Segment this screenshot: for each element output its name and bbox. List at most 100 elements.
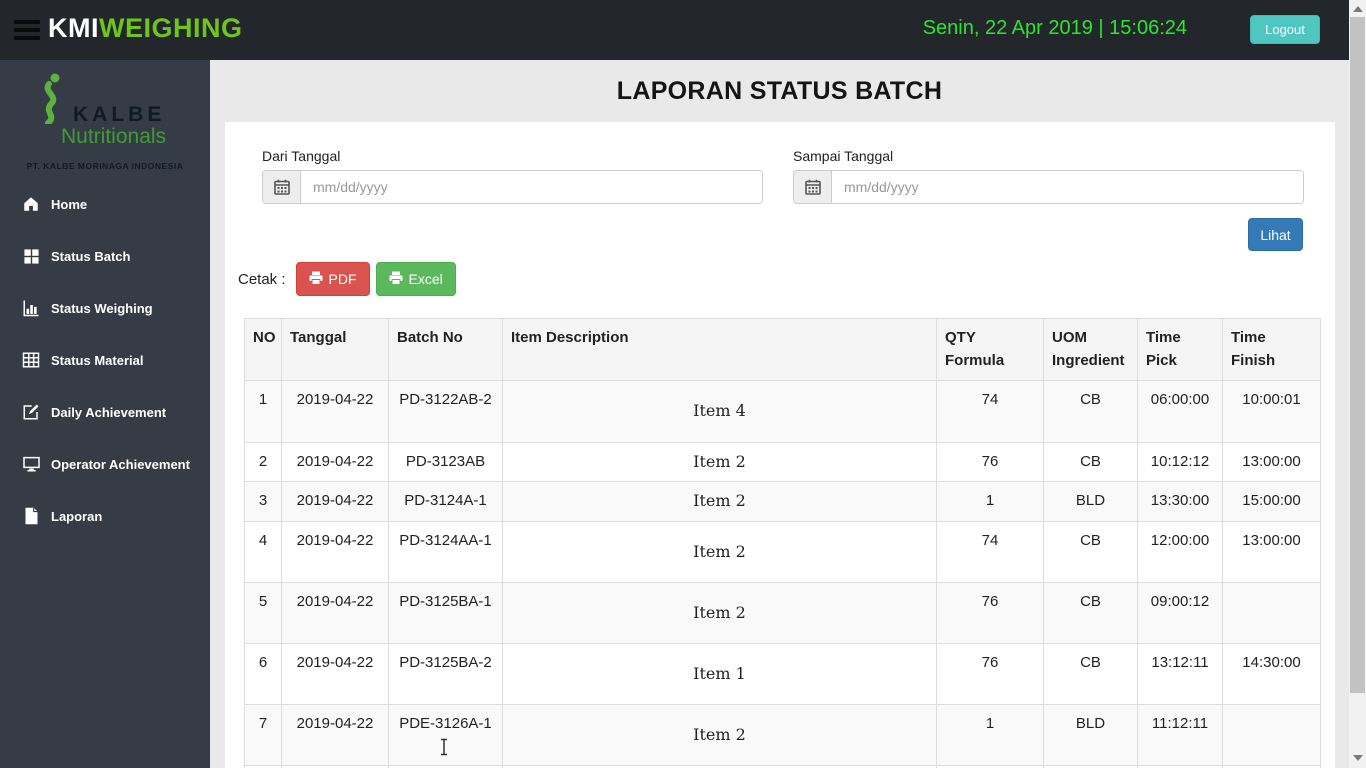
cell-qty-formula: 76 [936, 581, 1044, 644]
report-table-wrapper: NO Tanggal Batch No Item Description QTY For… [244, 318, 1321, 768]
table-row: 1 2019-04-22 PD-3122AB-2 Item 4 74 CB 06:00:00… [244, 380, 1321, 443]
sidebar-item-laporan[interactable]: Laporan [0, 490, 210, 542]
sidebar-item-label: Laporan [51, 508, 103, 524]
cell-time-pick: 13:30:00 [1137, 481, 1223, 522]
sidebar-item-status-batch[interactable]: Status Batch [0, 230, 210, 282]
sidebar-item-home[interactable]: Home [0, 178, 210, 230]
cell-time-pick: 12:00:00 [1137, 520, 1223, 583]
logo-kalbe-text: KALBE [73, 103, 166, 126]
logout-button[interactable]: Logout [1250, 15, 1320, 44]
to-date-label: Sampai Tanggal [793, 148, 894, 164]
column-header-uom-ingredient: UOM Ingredient [1043, 318, 1138, 381]
cell-qty-formula: 76 [936, 642, 1044, 705]
sidebar-item-label: Status Batch [51, 248, 131, 264]
cell-item-description: Item 2 [502, 441, 937, 483]
view-button[interactable]: Lihat [1248, 218, 1303, 251]
cell-time-finish: 15:00:00 [1222, 481, 1321, 522]
printer-icon [389, 271, 403, 288]
sidebar-item-label: Home [51, 196, 88, 212]
cell-batch-no: PD-3125BA-2 [388, 642, 503, 705]
calendar-icon[interactable] [263, 171, 301, 203]
cell-time-finish [1222, 581, 1321, 644]
column-header-tanggal: Tanggal [281, 318, 389, 381]
print-pdf-label: PDF [328, 271, 357, 287]
report-table: NO Tanggal Batch No Item Description QTY For… [244, 318, 1321, 768]
hamburger-bar [14, 28, 40, 32]
column-header-qty-formula: QTY Formula [936, 318, 1044, 381]
cell-tanggal: 2019-04-22 [281, 642, 389, 705]
print-row: Cetak : PDF Excel [238, 262, 456, 296]
topbar: KMIWEIGHING Senin, 22 Apr 2019 | 15:06:2… [0, 0, 1349, 60]
from-date-input[interactable] [301, 171, 762, 203]
cell-no: 2 [244, 441, 282, 483]
cell-qty-formula: 74 [936, 520, 1044, 583]
cell-batch-no: PD-3124AA-1 [388, 520, 503, 583]
cell-uom-ingredient: BLD [1043, 703, 1138, 766]
sidebar-item-status-material[interactable]: Status Material [0, 334, 210, 386]
sidebar-item-status-weighing[interactable]: Status Weighing [0, 282, 210, 334]
vertical-scrollbar [1349, 0, 1366, 768]
sidebar-item-operator-achievement[interactable]: Operator Achievement [0, 438, 210, 490]
scroll-up-arrow-icon[interactable] [1353, 6, 1363, 12]
cell-qty-formula: 1 [936, 703, 1044, 766]
cell-no: 5 [244, 581, 282, 644]
cell-time-pick: 06:00:00 [1137, 380, 1223, 443]
logo-nutritionals-text: Nutritionals [61, 125, 167, 148]
page-title: LAPORAN STATUS BATCH [616, 77, 943, 105]
column-header-item-description: Item Description [502, 318, 937, 381]
cell-no: 6 [244, 642, 282, 705]
cell-uom-ingredient: CB [1043, 581, 1138, 644]
from-date-group [262, 170, 763, 204]
hamburger-bar [14, 36, 40, 40]
table-row: 5 2019-04-22 PD-3125BA-1 Item 2 76 CB 09:00:12 [244, 581, 1321, 644]
to-date-input[interactable] [832, 171, 1303, 203]
print-excel-button[interactable]: Excel [375, 262, 456, 296]
brand-kmi: KMI [48, 13, 99, 43]
table-row: 2 2019-04-22 PD-3123AB Item 2 76 CB 10:12:12 13… [244, 441, 1321, 483]
cell-tanggal: 2019-04-22 [281, 481, 389, 522]
sidebar-item-label: Daily Achievement [51, 404, 167, 420]
logo-company-text: PT. KALBE MORINAGA INDONESIA [26, 161, 184, 171]
cell-item-description: Item 2 [502, 581, 937, 644]
cell-qty-formula: 74 [936, 380, 1044, 443]
cell-time-finish [1222, 703, 1321, 766]
edit-icon [21, 402, 41, 422]
scroll-down-arrow-icon[interactable] [1353, 755, 1363, 761]
cell-tanggal: 2019-04-22 [281, 703, 389, 766]
cell-time-pick: 10:12:12 [1137, 441, 1223, 483]
print-excel-label: Excel [408, 271, 443, 287]
sidebar-item-daily-achievement[interactable]: Daily Achievement [0, 386, 210, 438]
calendar-icon[interactable] [794, 171, 832, 203]
hamburger-bar [14, 20, 40, 24]
print-pdf-button[interactable]: PDF [295, 262, 370, 296]
menu-toggle-icon[interactable] [14, 20, 40, 41]
sidebar-item-label: Status Weighing [51, 300, 153, 316]
cell-no: 1 [244, 380, 282, 443]
monitor-icon [21, 454, 41, 474]
sidebar-nav: Home Status Batch Status Weighing Status Ma… [0, 178, 210, 542]
scrollbar-thumb[interactable] [1350, 17, 1365, 693]
cell-item-description: Item 4 [502, 380, 937, 443]
app-brand: KMIWEIGHING [48, 13, 243, 44]
table-row: 6 2019-04-22 PD-3125BA-2 Item 1 76 CB 13:12:11… [244, 642, 1321, 705]
cell-uom-ingredient: CB [1043, 642, 1138, 705]
cell-batch-no: PD-3122AB-2 [388, 380, 503, 443]
printer-icon [309, 271, 323, 288]
cell-time-finish: 13:00:00 [1222, 441, 1321, 483]
cell-batch-no: PD-3125BA-1 [388, 581, 503, 644]
cell-time-finish: 13:00:00 [1222, 520, 1321, 583]
cell-tanggal: 2019-04-22 [281, 441, 389, 483]
cell-uom-ingredient: CB [1043, 380, 1138, 443]
column-header-time-finish: Time Finish [1222, 318, 1321, 381]
cell-no: 7 [244, 703, 282, 766]
datetime-display: Senin, 22 Apr 2019 | 15:06:24 [922, 17, 1187, 39]
cell-no: 3 [244, 481, 282, 522]
table-row: 4 2019-04-22 PD-3124AA-1 Item 2 74 CB 12:00:00… [244, 520, 1321, 583]
cell-time-finish: 14:30:00 [1222, 642, 1321, 705]
cell-uom-ingredient: BLD [1043, 481, 1138, 522]
cell-item-description: Item 2 [502, 520, 937, 583]
cell-qty-formula: 1 [936, 481, 1044, 522]
cell-uom-ingredient: CB [1043, 520, 1138, 583]
cell-time-pick: 11:12:11 [1137, 703, 1223, 766]
bar-chart-icon [21, 298, 41, 318]
